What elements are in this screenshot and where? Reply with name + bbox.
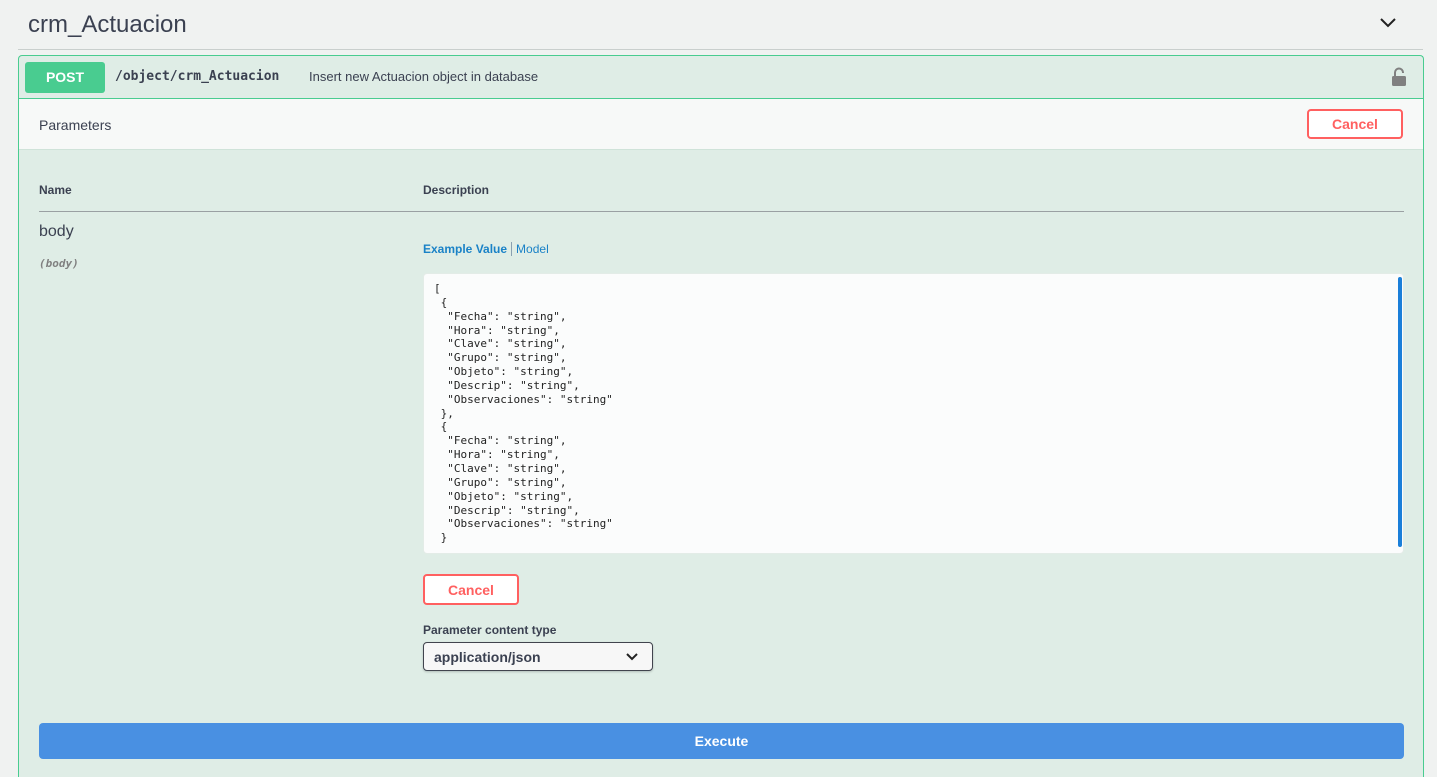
body-line: "Hora": "string", <box>447 448 560 462</box>
chevron-down-icon[interactable] <box>1379 14 1397 32</box>
body-line: { <box>440 295 448 309</box>
body-line: "Clave": "string", <box>447 337 567 351</box>
unlocked-lock-icon[interactable] <box>1391 67 1407 87</box>
content-type-label: Parameter content type <box>423 623 557 637</box>
tag-title[interactable]: crm_Actuacion <box>28 11 187 39</box>
body-line: "Hora": "string", <box>447 323 560 337</box>
cancel-button[interactable]: Cancel <box>423 574 519 605</box>
method-badge: POST <box>25 62 105 93</box>
body-line: "Fecha": "string", <box>447 434 567 448</box>
parameters-header: Parameters Cancel <box>19 99 1423 150</box>
parameters-title: Parameters <box>39 117 112 133</box>
body-line: "Observaciones": "string" <box>447 392 613 406</box>
body-line: "Objeto": "string", <box>447 489 574 503</box>
param-location: (body) <box>39 257 79 270</box>
content-type-select[interactable]: application/json <box>423 642 653 671</box>
body-line: "Grupo": "string", <box>447 351 567 365</box>
body-line: "Descrip": "string", <box>447 503 580 517</box>
body-line: "Objeto": "string", <box>447 365 574 379</box>
editor-scrollbar[interactable] <box>1398 277 1402 547</box>
content-type-value: application/json <box>434 649 541 665</box>
body-line: "Grupo": "string", <box>447 475 567 489</box>
endpoint-path: /object/crm_Actuacion <box>115 69 280 84</box>
param-name: body <box>39 223 74 240</box>
body-line: "Fecha": "string", <box>447 309 567 323</box>
body-editor[interactable]: [ { "Fecha": "string", "Hora": "string",… <box>423 273 1404 554</box>
body-line: "Descrip": "string", <box>447 378 580 392</box>
body-line: { <box>440 420 448 434</box>
tab-example-value[interactable]: Example Value <box>423 242 513 256</box>
execute-button[interactable]: Execute <box>39 723 1404 759</box>
opblock-summary[interactable]: POST /object/crm_Actuacion Insert new Ac… <box>19 56 1423 99</box>
endpoint-description: Insert new Actuacion object in database <box>309 69 539 84</box>
example-tabs: Example Value Model <box>423 242 549 258</box>
body-line: "Observaciones": "string" <box>447 517 613 531</box>
body-line: [ <box>434 282 441 295</box>
body-line: "Clave": "string", <box>447 461 567 475</box>
body-line: }, <box>440 406 454 420</box>
tag-header[interactable]: crm_Actuacion <box>18 0 1423 50</box>
body-textarea[interactable]: [ { "Fecha": "string", "Hora": "string",… <box>434 282 613 545</box>
column-header-description: Description <box>423 183 490 197</box>
cancel-try-out-button[interactable]: Cancel <box>1307 109 1403 139</box>
opblock-post: POST /object/crm_Actuacion Insert new Ac… <box>18 55 1424 777</box>
chevron-down-icon <box>626 653 638 661</box>
tab-model[interactable]: Model <box>512 242 549 256</box>
header-divider <box>39 211 1404 212</box>
column-header-name: Name <box>39 183 72 197</box>
body-line: } <box>434 531 448 545</box>
